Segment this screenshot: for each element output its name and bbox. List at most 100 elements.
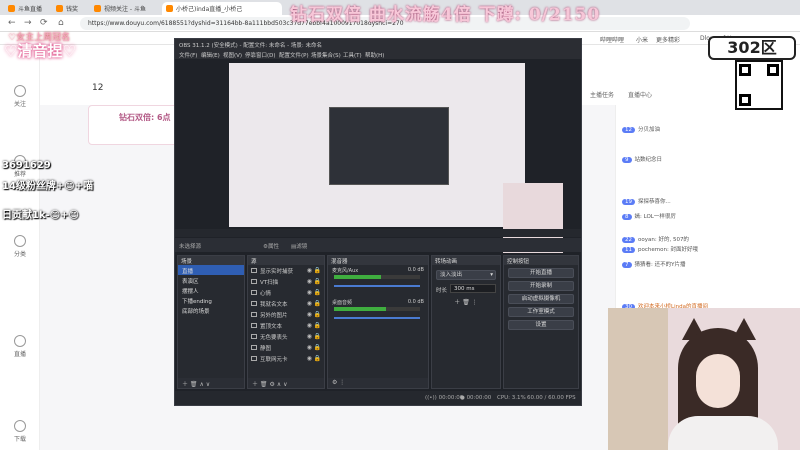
chat-line: 11 pochemon: 封面好好哦	[622, 245, 797, 253]
anchor-task-link[interactable]: 主播任务	[590, 90, 614, 99]
nav-download[interactable]: 下载	[6, 420, 34, 443]
obs-title-bar: OBS 31.1.2 (安全模式) - 配置文件: 未命名 - 场景: 未命名	[175, 39, 581, 49]
controls-title: 控制按钮	[504, 256, 578, 265]
source-item[interactable]: 显示实时捕获 ◉ 🔒	[248, 265, 324, 276]
chat-line: 19 探探恭喜你...	[622, 197, 797, 205]
source-item[interactable]: 静图 ◉ 🔒	[248, 342, 324, 353]
eye-icon[interactable]: ◉	[307, 267, 312, 274]
eye-icon[interactable]: ◉	[307, 355, 312, 362]
lock-icon[interactable]: 🔒	[314, 333, 321, 340]
scene-item[interactable]: 直播	[178, 265, 244, 275]
browser-tab[interactable]: 视频关注 - 斗鱼	[90, 2, 160, 15]
source-item[interactable]: VT扫描 ◉ 🔒	[248, 276, 324, 287]
lock-icon[interactable]: 🔒	[314, 267, 321, 274]
source-item[interactable]: 无色要表头 ◉ 🔒	[248, 331, 324, 342]
filters-button[interactable]: ▤滤镜	[291, 242, 307, 250]
source-item[interactable]: 置顶文本 ◉ 🔒	[248, 320, 324, 331]
eye-icon[interactable]: ◉	[307, 322, 312, 329]
settings-button[interactable]: 设置	[508, 320, 574, 330]
home-icon[interactable]: ⌂	[58, 18, 64, 28]
menu-edit[interactable]: 编辑(E)	[201, 51, 220, 59]
bookmark-item[interactable]: 哔哩哔哩	[600, 35, 624, 44]
volume-meter	[334, 307, 420, 311]
down-icon[interactable]: ∨	[206, 381, 210, 388]
menu-docks[interactable]: 停靠窗口(D)	[245, 51, 276, 59]
level-badge: 22	[622, 237, 635, 243]
promo-card[interactable]: 钻石双倍: 6点	[88, 105, 178, 145]
add-icon[interactable]: ＋	[454, 299, 462, 306]
chat-text: 分贝加油	[638, 127, 661, 133]
lock-icon[interactable]: 🔒	[314, 322, 321, 329]
lock-icon[interactable]: 🔒	[314, 300, 321, 307]
nav-live[interactable]: 直播	[6, 335, 34, 358]
props-button[interactable]: ⚙属性	[263, 242, 279, 250]
browser-tab[interactable]: 钱奖	[52, 2, 88, 15]
obs-status-bar: ((•)) 00:00:00 ● 00:00:00 CPU: 3.1% 60.0…	[175, 391, 581, 405]
eye-icon[interactable]: ◉	[307, 344, 312, 351]
scene-item[interactable]: 下播ending	[178, 295, 244, 305]
menu-tools[interactable]: 工具(T)	[343, 51, 362, 59]
eye-icon[interactable]: ◉	[307, 289, 312, 296]
settings-icon[interactable]: ⚙	[269, 381, 276, 388]
more-icon[interactable]: ⋮	[339, 379, 345, 386]
source-type-icon	[251, 334, 257, 339]
nav-category[interactable]: 分类	[6, 235, 34, 258]
more-icon[interactable]: ⋮	[472, 299, 478, 306]
obs-preview[interactable]	[229, 63, 563, 253]
reload-icon[interactable]: ⟳	[40, 18, 48, 28]
source-item[interactable]: 互联网元卡 ◉ 🔒	[248, 353, 324, 364]
tab-label: 小桥己)inda直播_小桥己	[176, 6, 243, 13]
live-status: ((•)) 00:00:00	[425, 395, 463, 401]
chat-line: 9 站数纪念日	[622, 155, 797, 163]
forward-icon[interactable]: →	[24, 18, 32, 28]
bookmark-item[interactable]: 更多精彩	[656, 35, 680, 44]
browser-tab-active[interactable]: 小桥己)inda直播_小桥己	[162, 2, 282, 15]
remove-icon[interactable]: 🗑	[462, 299, 472, 306]
counter-value: 12	[92, 83, 104, 93]
menu-view[interactable]: 视图(V)	[223, 51, 242, 59]
scene-item[interactable]: 表演区	[178, 275, 244, 285]
volume-slider[interactable]	[334, 317, 420, 319]
menu-help[interactable]: 帮助(H)	[365, 51, 384, 59]
start-stream-button[interactable]: 开始直播	[508, 268, 574, 278]
bookmark-item[interactable]: 小米	[636, 35, 648, 44]
scene-item[interactable]: 底部的场景	[178, 305, 244, 315]
volume-slider[interactable]	[334, 285, 420, 287]
lock-icon[interactable]: 🔒	[314, 289, 321, 296]
virtual-camera-button[interactable]: 启动虚拟摄像机	[508, 294, 574, 304]
source-item[interactable]: 心情 ◉ 🔒	[248, 287, 324, 298]
browser-tab[interactable]: 斗鱼直播	[4, 2, 50, 15]
scenes-title: 场景	[178, 256, 244, 265]
lock-icon[interactable]: 🔒	[314, 278, 321, 285]
live-center-link[interactable]: 直播中心	[628, 90, 652, 99]
menu-scene-collection[interactable]: 场景集合(S)	[311, 51, 341, 59]
menu-file[interactable]: 文件(F)	[179, 51, 197, 59]
level-badge: 11	[622, 247, 635, 253]
source-item[interactable]: 我就名文本 ◉ 🔒	[248, 298, 324, 309]
duration-field[interactable]: 300 ms	[450, 284, 496, 293]
webcam-feed	[608, 308, 800, 450]
add-icon[interactable]: ＋	[252, 381, 260, 388]
chat-text: 站数纪念日	[634, 157, 663, 163]
scene-item[interactable]: 摆摆人	[178, 285, 244, 295]
eye-icon[interactable]: ◉	[307, 278, 312, 285]
menu-profile[interactable]: 配置文件(P)	[279, 51, 309, 59]
add-icon[interactable]: ＋	[182, 381, 190, 388]
lock-icon[interactable]: 🔒	[314, 344, 321, 351]
source-item[interactable]: 另外的图片 ◉ 🔒	[248, 309, 324, 320]
obs-menu-bar: 文件(F) 编辑(E) 视图(V) 停靠窗口(D) 配置文件(P) 场景集合(S…	[175, 49, 581, 59]
down-icon[interactable]: ∨	[283, 381, 287, 388]
eye-icon[interactable]: ◉	[307, 333, 312, 340]
back-icon[interactable]: ←	[8, 18, 16, 28]
eye-icon[interactable]: ◉	[307, 300, 312, 307]
eye-icon[interactable]: ◉	[307, 311, 312, 318]
start-record-button[interactable]: 开始录制	[508, 281, 574, 291]
lock-icon[interactable]: 🔒	[314, 355, 321, 362]
nav-label: 直播	[13, 351, 26, 358]
lock-icon[interactable]: 🔒	[314, 311, 321, 318]
douyu-left-nav: 关注 推荐 分类 直播 下载	[0, 45, 40, 450]
streamer-name-tag: ♡清音捏♡	[4, 42, 76, 60]
studio-mode-button[interactable]: 工作室模式	[508, 307, 574, 317]
nav-follow[interactable]: 关注	[6, 85, 34, 108]
transition-select[interactable]: 淡入淡出 ▾	[436, 270, 496, 280]
